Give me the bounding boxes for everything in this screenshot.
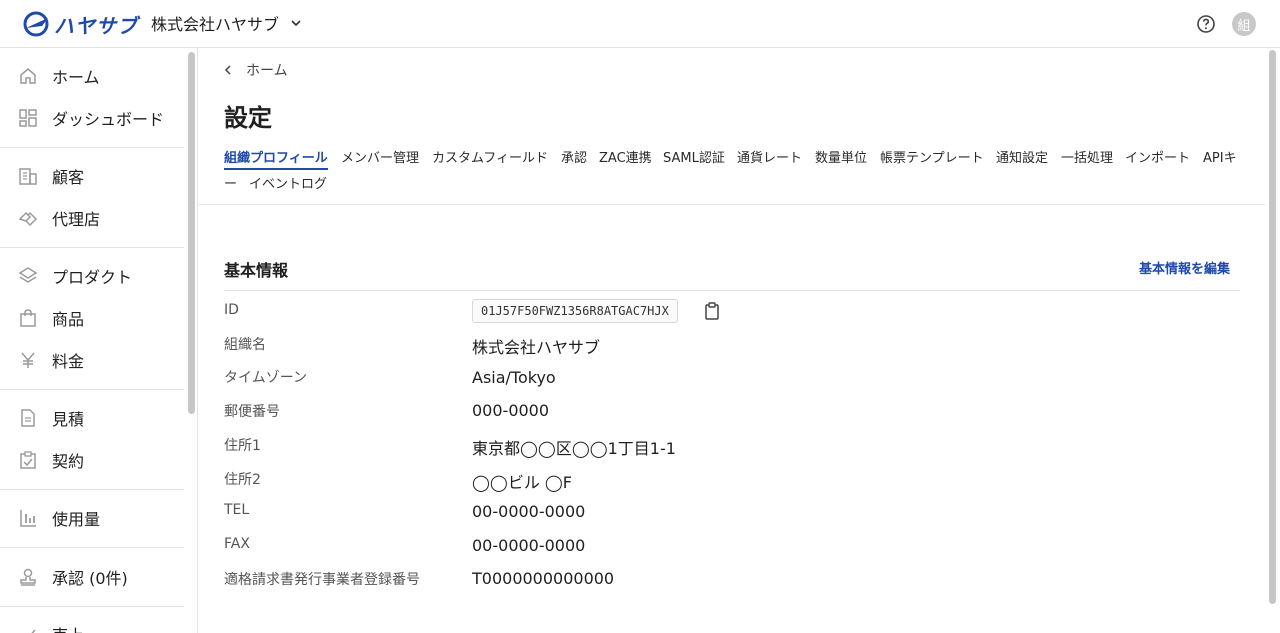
tab-custom-fields[interactable]: カスタムフィールド (432, 148, 548, 170)
sidebar-item-agency[interactable]: 代理店 (0, 198, 184, 238)
field-label-invoice-registration: 適格請求書発行事業者登録番号 (224, 572, 420, 588)
yen-icon (18, 350, 38, 370)
sidebar-item-sales[interactable]: 売上 (0, 614, 184, 633)
product-icon (18, 266, 38, 286)
sidebar-item-label: ダッシュボード (52, 110, 165, 129)
tab-api-key-wrap[interactable]: ー (224, 174, 237, 196)
section-title: 基本情報 (224, 261, 289, 280)
chevron-left-icon (224, 65, 231, 75)
field-value-postal-code: 000-0000 (472, 401, 550, 420)
sidebar-item-product[interactable]: プロダクト (0, 256, 184, 296)
sidebar-item-label: 売上 (52, 622, 84, 633)
sidebar-divider (0, 606, 184, 607)
field-label-address2: 住所2 (224, 472, 261, 488)
field-value-org-name: 株式会社ハヤサブ (472, 338, 601, 357)
tab-event-log[interactable]: イベントログ (249, 174, 327, 196)
tab-currency-rate[interactable]: 通貨レート (737, 148, 802, 170)
logo[interactable]: ハヤサブ (22, 9, 138, 39)
field-label-tel: TEL (224, 502, 250, 518)
top-header: ハヤサブ 株式会社ハヤサブ 組 (0, 0, 1280, 48)
org-id-value[interactable]: 01J57F50FWZ1356R8ATGAC7HJX (472, 299, 678, 323)
org-name: 株式会社ハヤサブ (151, 15, 280, 34)
tab-quantity-unit[interactable]: 数量単位 (815, 148, 867, 170)
field-label-org-name: 組織名 (224, 337, 266, 353)
home-icon (18, 66, 38, 86)
sidebar-item-usage[interactable]: 使用量 (0, 498, 184, 538)
sidebar-item-label: 使用量 (52, 510, 101, 529)
logo-mark-icon (23, 11, 49, 37)
sidebar-divider (0, 547, 184, 548)
quote-icon (18, 408, 38, 428)
section-divider (224, 290, 1240, 291)
sidebar-item-quotes[interactable]: 見積 (0, 398, 184, 438)
tab-approval[interactable]: 承認 (561, 148, 587, 170)
help-icon[interactable] (1196, 14, 1216, 34)
sidebar: ホーム ダッシュボード 顧客 代理店 プロダクト 商品 料金 見積 契約 使用量… (0, 48, 198, 633)
agency-icon (18, 208, 38, 228)
tab-api-key[interactable]: APIキ (1203, 148, 1237, 170)
sidebar-item-label: 契約 (52, 452, 85, 471)
sidebar-divider (0, 147, 184, 148)
contract-icon (18, 450, 38, 470)
logo-text: ハヤサブ (54, 13, 138, 38)
sidebar-scrollbar[interactable] (188, 52, 195, 414)
field-value-tel: 00-0000-0000 (472, 502, 586, 521)
chevron-down-icon (291, 20, 301, 27)
sidebar-item-items[interactable]: 商品 (0, 298, 184, 338)
sidebar-item-label: 見積 (52, 410, 85, 429)
sidebar-item-customers[interactable]: 顧客 (0, 156, 184, 196)
sidebar-item-label: 代理店 (52, 210, 101, 229)
tab-org-profile[interactable]: 組織プロフィール (224, 148, 328, 170)
field-label-address1: 住所1 (224, 438, 261, 454)
usage-icon (18, 508, 38, 528)
tab-notifications[interactable]: 通知設定 (996, 148, 1048, 170)
avatar[interactable]: 組 (1232, 12, 1256, 36)
tab-import[interactable]: インポート (1125, 148, 1190, 170)
clipboard-icon[interactable] (704, 302, 720, 320)
approval-icon (18, 567, 38, 587)
sidebar-item-label: 料金 (52, 352, 85, 371)
sidebar-item-label: 商品 (52, 310, 85, 329)
sidebar-divider (0, 247, 184, 248)
field-label-id: ID (224, 302, 239, 318)
dashboard-icon (18, 108, 38, 128)
sidebar-item-label: 承認 (0件) (52, 569, 128, 588)
main-scrollbar[interactable] (1269, 50, 1276, 604)
breadcrumb-label: ホーム (246, 63, 288, 79)
field-value-address2: ◯◯ビル ◯F (472, 473, 573, 492)
sidebar-item-label: 顧客 (52, 168, 85, 187)
main-content: ホーム 設定 組織プロフィール メンバー管理 カスタムフィールド 承認 ZAC連… (199, 48, 1265, 633)
sidebar-item-label: プロダクト (52, 268, 133, 287)
tab-document-template[interactable]: 帳票テンプレート (880, 148, 984, 170)
sidebar-item-contracts[interactable]: 契約 (0, 440, 184, 480)
item-icon (18, 308, 38, 328)
org-switcher[interactable]: 株式会社ハヤサブ (151, 12, 301, 34)
sidebar-item-pricing[interactable]: 料金 (0, 340, 184, 380)
field-value-invoice-registration: T0000000000000 (472, 569, 615, 588)
edit-basic-info-link[interactable]: 基本情報を編集 (1139, 258, 1230, 277)
field-label-timezone: タイムゾーン (224, 370, 308, 386)
page-title: 設定 (224, 104, 272, 132)
field-value-fax: 00-0000-0000 (472, 536, 586, 555)
customer-icon (18, 166, 38, 186)
sidebar-item-home[interactable]: ホーム (0, 56, 184, 96)
sidebar-item-label: ホーム (52, 68, 100, 87)
tab-members[interactable]: メンバー管理 (341, 148, 419, 170)
sales-icon (18, 624, 38, 633)
breadcrumb[interactable]: ホーム (224, 60, 288, 80)
field-value-timezone: Asia/Tokyo (472, 368, 556, 387)
sidebar-item-dashboard[interactable]: ダッシュボード (0, 98, 184, 138)
sidebar-item-approval[interactable]: 承認 (0件) (0, 557, 184, 597)
sidebar-divider (0, 489, 184, 490)
tab-saml[interactable]: SAML認証 (663, 148, 725, 170)
tab-bulk[interactable]: 一括処理 (1061, 148, 1113, 170)
sidebar-divider (0, 389, 184, 390)
field-label-fax: FAX (224, 536, 250, 552)
tab-zac[interactable]: ZAC連携 (599, 148, 652, 170)
field-label-postal-code: 郵便番号 (224, 404, 280, 420)
tabs-divider (199, 204, 1265, 205)
field-value-address1: 東京都◯◯区◯◯1丁目1-1 (472, 439, 676, 458)
